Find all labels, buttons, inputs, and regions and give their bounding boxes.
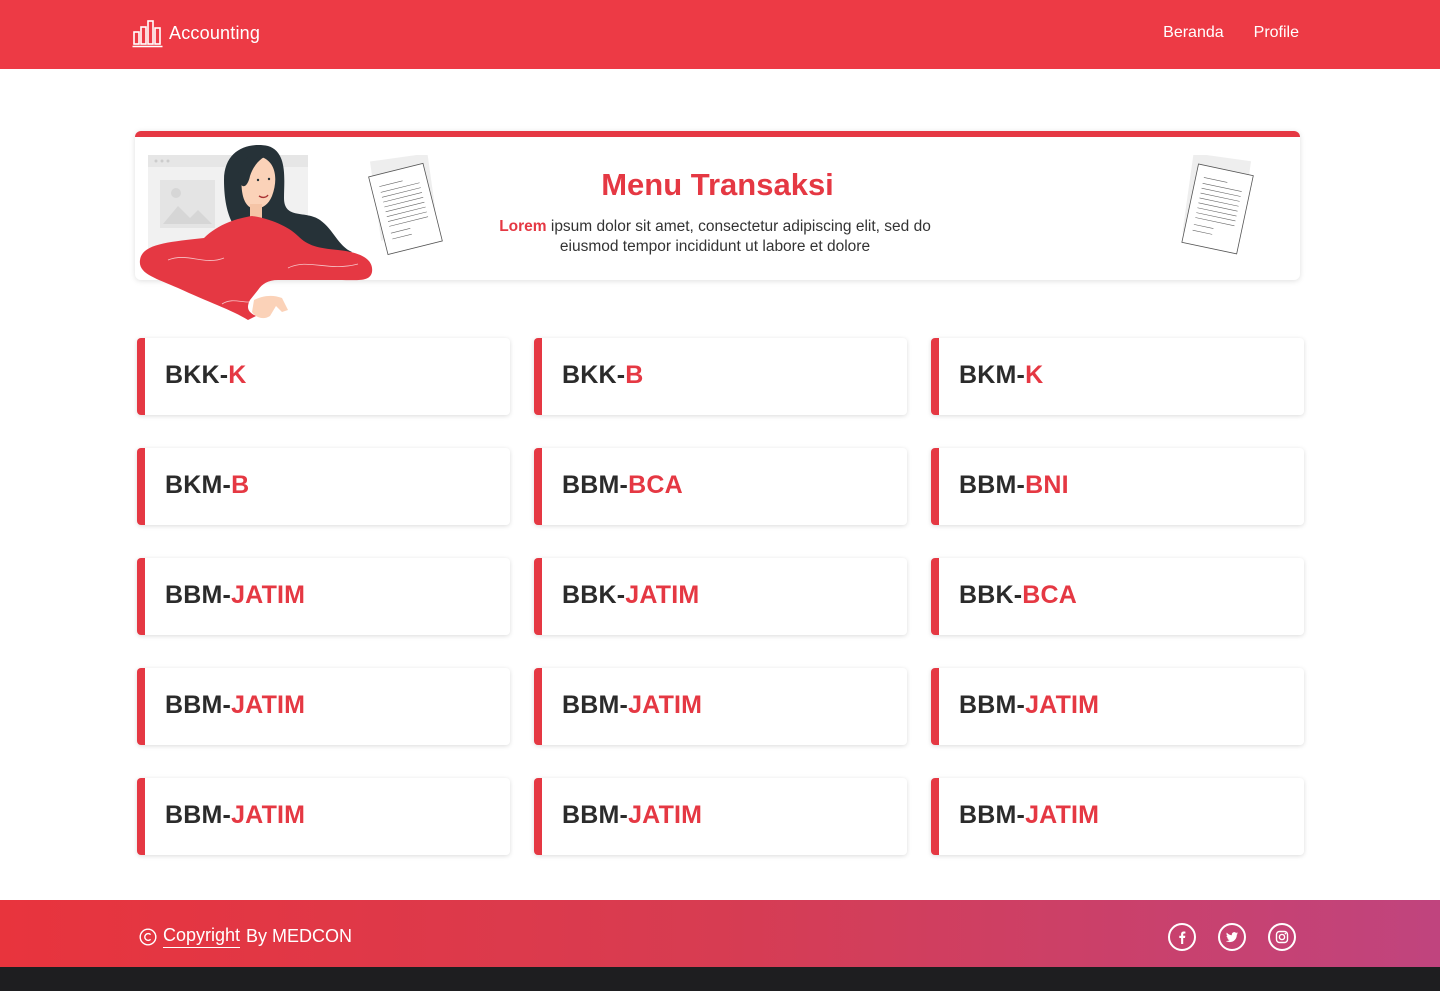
card-label-prefix: BKM- xyxy=(959,361,1026,389)
card-label: BBM-JATIM xyxy=(562,691,702,720)
transaction-card[interactable]: BBM-JATIM xyxy=(137,668,510,745)
card-label-suffix: JATIM xyxy=(231,691,306,719)
card-label: BBM-JATIM xyxy=(165,581,305,610)
card-label-suffix: JATIM xyxy=(1025,691,1100,719)
card-label-suffix: B xyxy=(625,361,644,389)
card-label-suffix: JATIM xyxy=(231,801,306,829)
instagram-icon[interactable] xyxy=(1268,923,1296,951)
card-label: BKK-B xyxy=(562,361,644,390)
social-links xyxy=(1168,923,1296,951)
card-label-prefix: BBM- xyxy=(165,691,232,719)
navbar: Accounting Beranda Profile xyxy=(0,0,1440,69)
transaction-card[interactable]: BKM-K xyxy=(931,338,1304,415)
card-label-suffix: K xyxy=(1025,361,1044,389)
card-label: BBK-BCA xyxy=(959,581,1077,610)
facebook-icon[interactable] xyxy=(1168,923,1196,951)
card-label-suffix: BCA xyxy=(1022,581,1078,609)
card-label: BBM-JATIM xyxy=(959,801,1099,830)
card-label-prefix: BKK- xyxy=(165,361,229,389)
card-label: BBK-JATIM xyxy=(562,581,699,610)
brand-logo[interactable]: Accounting xyxy=(132,18,260,48)
transaction-card[interactable]: BBM-BCA xyxy=(534,448,907,525)
transaction-card[interactable]: BKK-K xyxy=(137,338,510,415)
transaction-card[interactable]: BBM-JATIM xyxy=(137,778,510,855)
card-label-suffix: B xyxy=(231,471,250,499)
transaction-card[interactable]: BBK-JATIM xyxy=(534,558,907,635)
card-label: BBM-BCA xyxy=(562,471,683,500)
card-label-suffix: JATIM xyxy=(1025,801,1100,829)
card-label: BKM-B xyxy=(165,471,249,500)
card-label-prefix: BBK- xyxy=(562,581,626,609)
card-label-prefix: BBM- xyxy=(562,691,629,719)
woman-illustration xyxy=(139,145,373,320)
card-label-prefix: BBM- xyxy=(165,581,232,609)
transaction-card[interactable]: BBK-BCA xyxy=(931,558,1304,635)
card-label-prefix: BBM- xyxy=(562,801,629,829)
transaction-card[interactable]: BBM-JATIM xyxy=(931,778,1304,855)
bottom-bar xyxy=(0,967,1440,991)
card-label-suffix: JATIM xyxy=(231,581,306,609)
card-label-prefix: BBM- xyxy=(562,471,629,499)
transaction-card[interactable]: BBM-JATIM xyxy=(931,668,1304,745)
transaction-card[interactable]: BBM-JATIM xyxy=(534,668,907,745)
copyright-owner: By MEDCON xyxy=(246,926,353,946)
brand-name: Accounting xyxy=(169,22,261,43)
card-label-prefix: BKK- xyxy=(562,361,626,389)
transaction-card[interactable]: BBM-JATIM xyxy=(137,558,510,635)
banner-desc-lead: Lorem xyxy=(499,218,547,235)
card-label-prefix: BBM- xyxy=(959,691,1026,719)
card-label-suffix: K xyxy=(228,361,247,389)
card-label-prefix: BKM- xyxy=(165,471,232,499)
card-label: BKM-K xyxy=(959,361,1043,390)
card-label-prefix: BBM- xyxy=(959,801,1026,829)
nav-beranda[interactable]: Beranda xyxy=(1163,24,1224,42)
transaction-card[interactable]: BKK-B xyxy=(534,338,907,415)
banner-desc-text: ipsum dolor sit amet, consectetur adipis… xyxy=(546,218,931,255)
copyright-icon xyxy=(139,927,157,946)
card-label: BBM-JATIM xyxy=(562,801,702,830)
copyright: Copyright By MEDCON xyxy=(139,925,352,948)
banner-description: Lorem ipsum dolor sit amet, consectetur … xyxy=(475,217,955,257)
card-label-suffix: BNI xyxy=(1025,471,1069,499)
card-label-suffix: JATIM xyxy=(628,691,703,719)
card-label: BBM-JATIM xyxy=(165,801,305,830)
card-label-suffix: JATIM xyxy=(628,801,703,829)
transaction-card[interactable]: BBM-JATIM xyxy=(534,778,907,855)
card-label-prefix: BBM- xyxy=(959,471,1026,499)
card-label-prefix: BBK- xyxy=(959,581,1023,609)
bar-chart-icon xyxy=(132,20,163,48)
transaction-card[interactable]: BBM-BNI xyxy=(931,448,1304,525)
card-label-prefix: BBM- xyxy=(165,801,232,829)
card-label-suffix: JATIM xyxy=(625,581,700,609)
nav-profile[interactable]: Profile xyxy=(1254,24,1299,42)
card-label: BBM-BNI xyxy=(959,471,1069,500)
transaction-card[interactable]: BKM-B xyxy=(137,448,510,525)
nav-menu: Beranda Profile xyxy=(1163,24,1299,42)
card-label-suffix: BCA xyxy=(628,471,683,499)
card-label: BBM-JATIM xyxy=(165,691,305,720)
twitter-icon[interactable] xyxy=(1218,923,1246,951)
card-label: BBM-JATIM xyxy=(959,691,1099,720)
card-label: BKK-K xyxy=(165,361,247,390)
document-illustration-right xyxy=(1181,155,1254,255)
copyright-link[interactable]: Copyright xyxy=(163,925,241,948)
